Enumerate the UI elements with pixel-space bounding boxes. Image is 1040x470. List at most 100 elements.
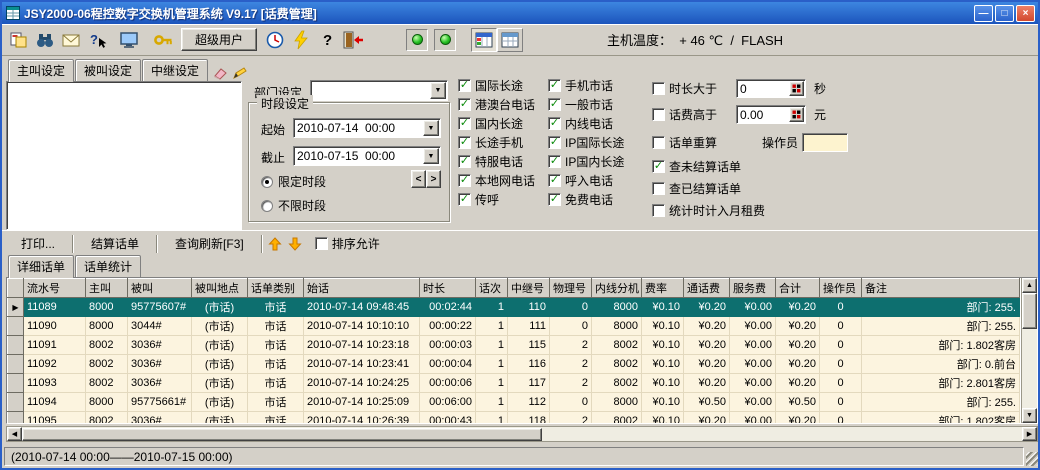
vertical-scrollbar[interactable]: ▲ ▼ [1021,278,1037,423]
sort-allow-checkbox[interactable]: 排序允许 [315,235,380,252]
calltype-checkbox[interactable]: ✓本地网电话 [458,171,535,190]
dropdown-button[interactable]: ▼ [423,148,439,164]
dropdown-button[interactable]: ▼ [423,120,439,136]
query-settled-checkbox[interactable]: 查已结算话单 [652,180,741,197]
tab-detail-records[interactable]: 详细话单 [8,255,74,278]
permission-button[interactable] [150,27,176,53]
move-down-button[interactable] [285,233,305,255]
calltype-checkbox[interactable]: ✓传呼 [458,190,535,209]
calltype-checkbox[interactable]: ✓国际长途 [458,76,535,95]
table-row[interactable]: 1109180023036#(市话)市话2010-07-14 10:23:180… [8,336,1020,355]
table-row[interactable]: 11094800095775661#(市话)市话2010-07-14 10:25… [8,393,1020,412]
tab-callee-setting[interactable]: 被叫设定 [75,59,141,81]
column-header-callee[interactable]: 被叫 [128,279,192,298]
table-row[interactable]: 1109280023036#(市话)市话2010-07-14 10:23:410… [8,355,1020,374]
pencil-button[interactable] [232,64,248,81]
calltype-checkbox[interactable]: ✓一般市话 [548,95,624,114]
calltype-checkbox[interactable]: ✓港澳台电话 [458,95,535,114]
scroll-up-button[interactable]: ▲ [1022,278,1037,293]
limited-period-radio[interactable]: 限定时段 [261,173,326,190]
value-picker-button[interactable] [789,81,804,96]
calltype-checkbox[interactable]: ✓国内长途 [458,114,535,133]
fee-input[interactable]: 0.00 [736,105,806,124]
column-header-total[interactable]: 合计 [776,279,820,298]
mail-button[interactable] [58,27,84,53]
calltype-checkbox[interactable]: ✓手机市话 [548,76,624,95]
next-period-button[interactable]: > [426,170,441,188]
exit-button[interactable] [340,27,366,53]
close-button[interactable]: × [1016,5,1035,22]
column-header-remark[interactable]: 备注 [862,279,1020,298]
tab-record-stats[interactable]: 话单统计 [75,255,141,277]
horizontal-scrollbar[interactable]: ◀ ▶ [6,426,1038,442]
calltype-checkbox[interactable]: ✓内线电话 [548,114,624,133]
tab-caller-setting[interactable]: 主叫设定 [8,59,74,82]
monthly-fee-checkbox[interactable]: 统计时计入月租费 [652,202,765,219]
table-row[interactable]: ▶11089800095775607#(市话)市话2010-07-14 09:4… [8,298,1020,317]
find-button[interactable] [32,27,58,53]
period-end-combobox[interactable]: 2010-07-15 00:00 ▼ [293,146,441,166]
table-row[interactable]: 1109080003044#(市话)市话2010-07-14 10:10:100… [8,317,1020,336]
monitor-button[interactable] [116,27,142,53]
timer-button[interactable] [262,27,288,53]
eraser-button[interactable] [212,64,228,81]
calltype-checkbox[interactable]: ✓呼入电话 [548,171,624,190]
scroll-down-button[interactable]: ▼ [1022,408,1037,423]
table-row[interactable]: 1109580023036#(市话)市话2010-07-14 10:26:390… [8,412,1020,425]
resize-grip-icon[interactable] [1026,452,1040,466]
calltype-checkbox[interactable]: ✓长途手机 [458,133,535,152]
action-bar: 打印... 结算话单 查询刷新[F3] 排序允许 [2,230,1038,256]
quick-button[interactable] [288,27,314,53]
scrollbar-track[interactable] [1022,329,1037,408]
column-header-serial[interactable]: 流水号 [24,279,86,298]
detail-view-button[interactable] [471,28,497,52]
period-start-combobox[interactable]: 2010-07-14 00:00 ▼ [293,118,441,138]
column-header-extension[interactable]: 内线分机 [592,279,642,298]
fee-filter-checkbox[interactable]: 话费高于 [652,106,736,123]
horizontal-scrollbar-thumb[interactable] [22,428,542,441]
super-user-button[interactable]: 超级用户 [181,28,257,51]
calltype-checkbox[interactable]: ✓IP国内长途 [548,152,624,171]
query-unsettled-checkbox[interactable]: ✓ 查未结算话单 [652,158,741,175]
operator-input[interactable] [802,133,848,152]
vertical-scrollbar-thumb[interactable] [1022,293,1037,329]
minimize-button[interactable]: — [974,5,993,22]
context-help-button[interactable]: ? [84,27,110,53]
column-header-caller[interactable]: 主叫 [86,279,128,298]
column-header-trunk-no[interactable]: 中继号 [508,279,550,298]
help-button[interactable]: ? [314,27,340,53]
stats-view-button[interactable] [497,28,523,52]
calltype-checkbox[interactable]: ✓IP国际长途 [548,133,624,152]
refresh-query-button[interactable]: 查询刷新[F3] [160,231,259,256]
dept-combobox[interactable]: ▼ [310,80,448,101]
column-header-physical-no[interactable]: 物理号 [550,279,592,298]
column-header-duration[interactable]: 时长 [420,279,476,298]
maximize-button[interactable]: □ [995,5,1014,22]
caller-number-list[interactable] [6,81,242,230]
column-header-call-type[interactable]: 话单类别 [248,279,304,298]
duration-filter-checkbox[interactable]: 时长大于 [652,80,736,97]
scroll-left-button[interactable]: ◀ [7,427,22,441]
recalc-checkbox[interactable]: 话单重算 [652,134,736,151]
records-button[interactable] [6,27,32,53]
scroll-right-button[interactable]: ▶ [1022,427,1037,441]
column-header-operator[interactable]: 操作员 [820,279,862,298]
unlimited-period-radio[interactable]: 不限时段 [261,197,326,214]
dropdown-button[interactable]: ▼ [430,82,446,99]
column-header-call-fee[interactable]: 通话费 [684,279,730,298]
column-header-service-fee[interactable]: 服务费 [730,279,776,298]
tab-trunk-setting[interactable]: 中继设定 [142,59,208,81]
duration-input[interactable]: 0 [736,79,806,98]
column-header-rate[interactable]: 费率 [642,279,684,298]
table-row[interactable]: 1109380023036#(市话)市话2010-07-14 10:24:250… [8,374,1020,393]
calltype-checkbox[interactable]: ✓特服电话 [458,152,535,171]
calltype-checkbox[interactable]: ✓免费电话 [548,190,624,209]
settle-bills-button[interactable]: 结算话单 [76,231,154,256]
column-header-count[interactable]: 话次 [476,279,508,298]
move-up-button[interactable] [265,233,285,255]
prev-period-button[interactable]: < [411,170,426,188]
column-header-callee-area[interactable]: 被叫地点 [192,279,248,298]
value-picker-button[interactable] [789,107,804,122]
print-button[interactable]: 打印... [6,231,70,256]
column-header-start-time[interactable]: 始话 [304,279,420,298]
